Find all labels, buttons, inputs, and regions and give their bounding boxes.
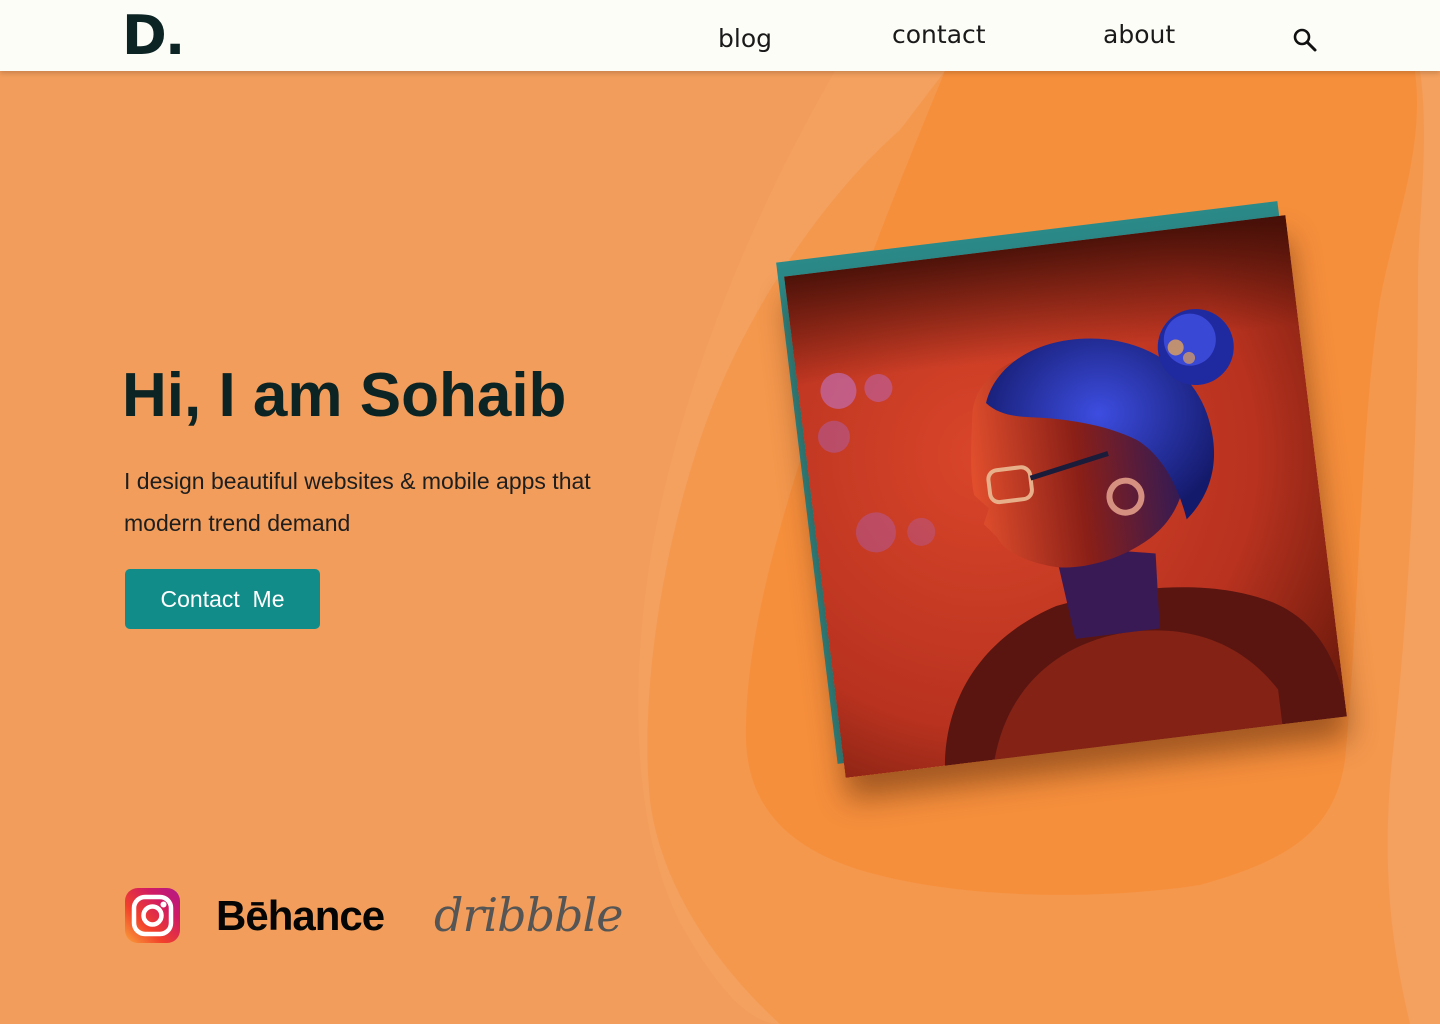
hero-title: Hi, I am Sohaib <box>122 361 567 430</box>
portrait-photo-frame <box>776 201 1351 778</box>
behance-link[interactable]: Bēhance <box>216 888 385 944</box>
nav-blog[interactable]: blog <box>718 24 772 53</box>
dribbble-link[interactable]: dribbble <box>434 884 623 946</box>
instagram-icon[interactable] <box>125 888 180 943</box>
site-header: D. blog contact about <box>0 0 1440 71</box>
nav-about[interactable]: about <box>1103 20 1175 49</box>
contact-me-button[interactable]: Contact Me <box>125 569 320 629</box>
portrait-photo <box>784 215 1347 778</box>
logo[interactable]: D. <box>122 6 185 66</box>
nav-contact[interactable]: contact <box>892 20 986 49</box>
hero-subtitle: I design beautiful websites & mobile app… <box>124 468 591 536</box>
search-icon[interactable] <box>1292 27 1318 53</box>
